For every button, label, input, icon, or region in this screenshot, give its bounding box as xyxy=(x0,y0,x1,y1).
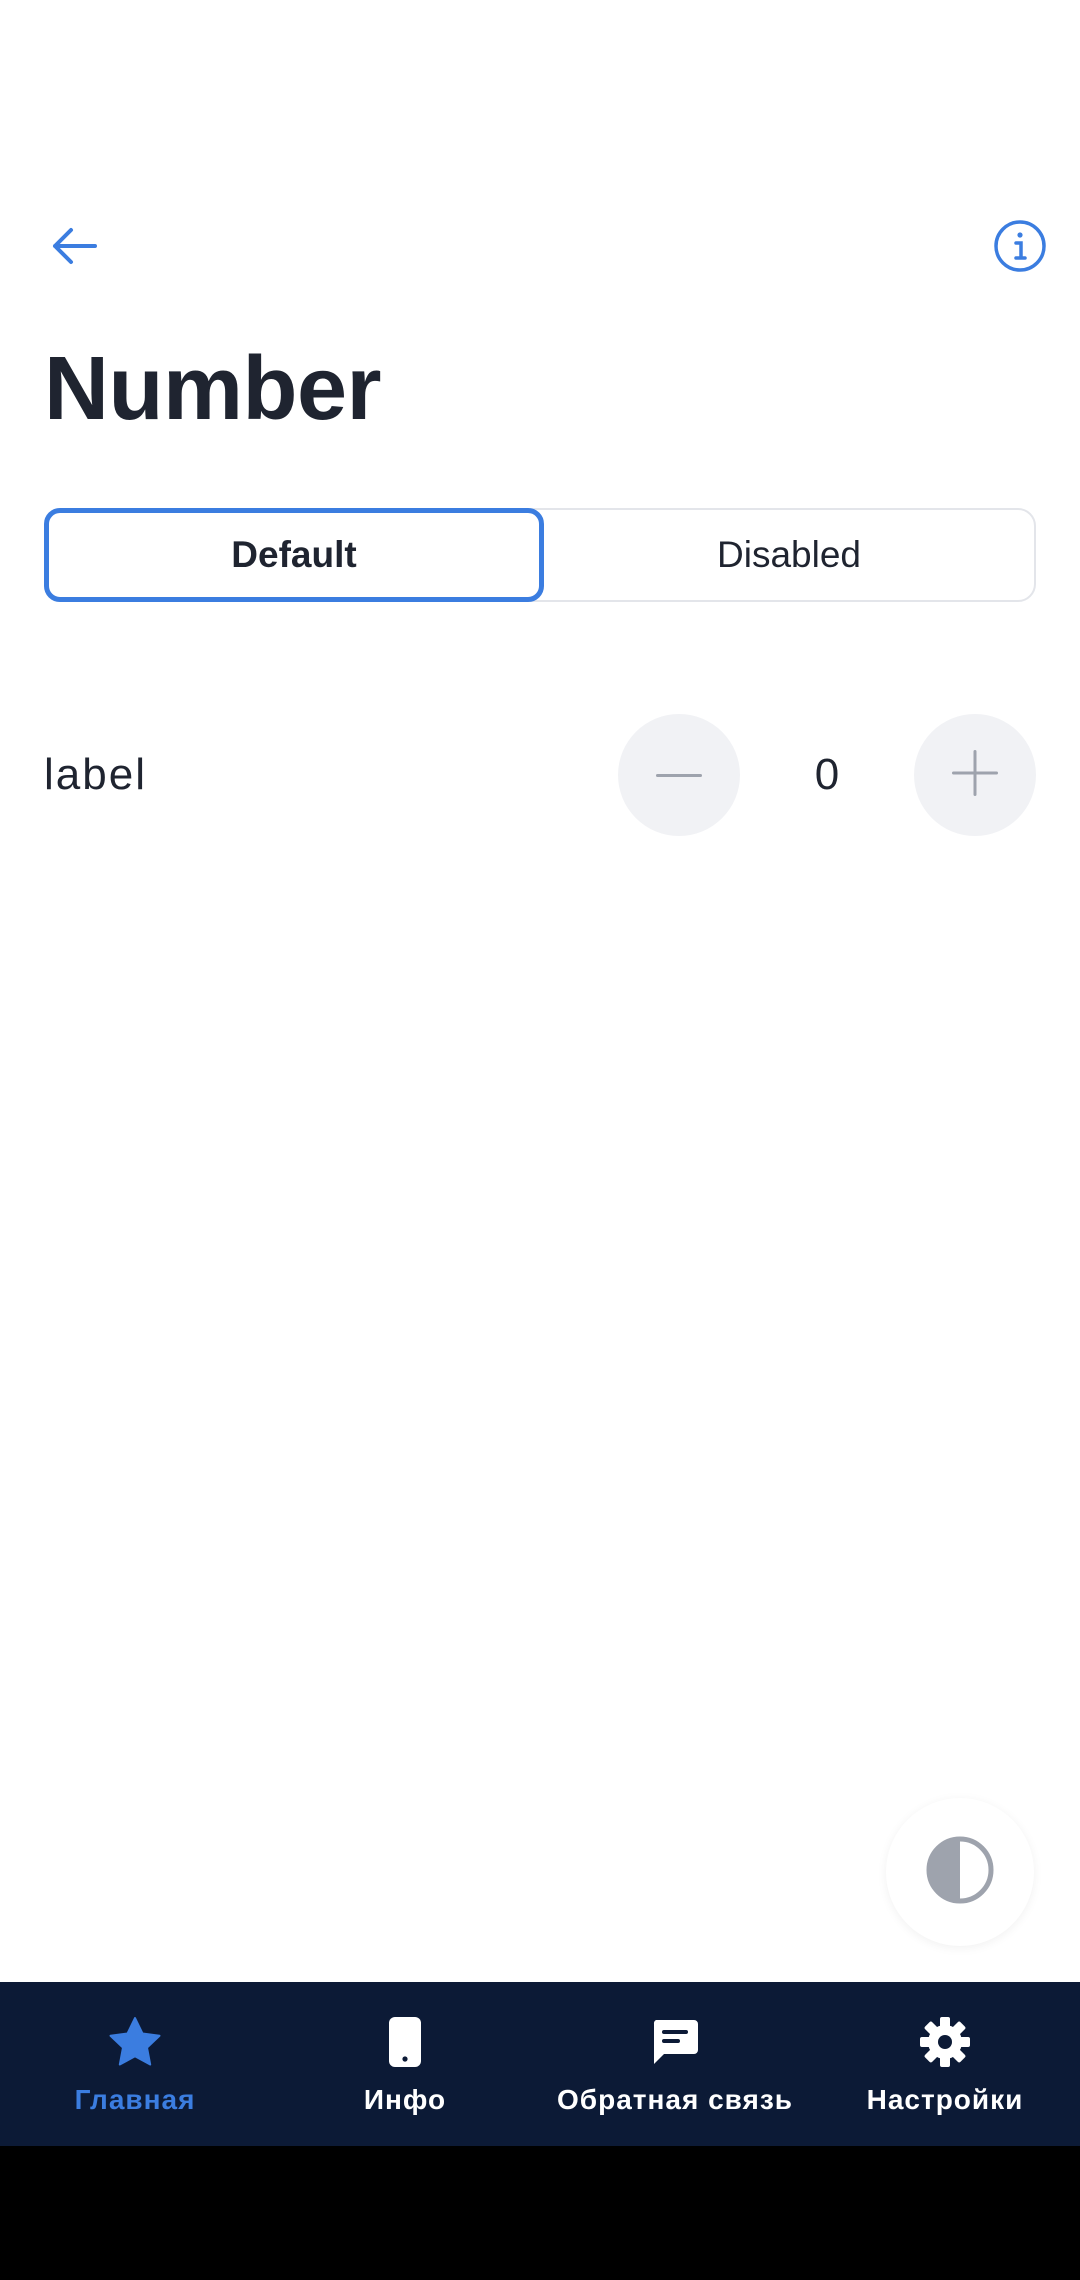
minus-icon xyxy=(656,766,702,784)
nav-item-feedback[interactable]: Обратная связь xyxy=(540,1982,810,2146)
nav-label-settings: Настройки xyxy=(866,2084,1024,2115)
segment-default[interactable]: Default xyxy=(44,508,544,602)
bottom-navigation: Главная Инфо Обратная связь Настройки xyxy=(0,1982,1080,2146)
system-navigation-bar xyxy=(0,2146,1080,2280)
number-field-row: label 0 xyxy=(44,714,1036,836)
info-button[interactable] xyxy=(980,208,1060,288)
decrement-button[interactable] xyxy=(618,714,740,836)
nav-label-home: Главная xyxy=(74,2084,196,2115)
header: Number xyxy=(0,0,1080,460)
star-icon xyxy=(108,2012,162,2072)
nav-item-info[interactable]: Инфо xyxy=(270,1982,540,2146)
back-button[interactable] xyxy=(34,208,114,288)
page-title: Number xyxy=(44,339,382,439)
number-stepper: 0 xyxy=(618,714,1036,836)
theme-toggle-button[interactable] xyxy=(886,1798,1034,1946)
segmented-control: Default Disabled xyxy=(44,508,1036,602)
phone-icon xyxy=(387,2012,423,2072)
nav-label-info: Инфо xyxy=(363,2084,447,2115)
increment-button[interactable] xyxy=(914,714,1036,836)
nav-item-home[interactable]: Главная xyxy=(0,1982,270,2146)
nav-label-feedback: Обратная связь xyxy=(557,2084,793,2115)
chat-icon xyxy=(650,2012,700,2072)
stepper-value: 0 xyxy=(814,750,840,799)
nav-item-settings[interactable]: Настройки xyxy=(810,1982,1080,2146)
plus-icon xyxy=(952,749,998,801)
info-circle-icon xyxy=(993,219,1047,278)
arrow-left-icon xyxy=(51,226,97,271)
half-circle-contrast-icon xyxy=(925,1835,995,1910)
segment-disabled[interactable]: Disabled xyxy=(544,510,1034,600)
gear-icon xyxy=(918,2012,972,2072)
field-label: label xyxy=(44,750,147,799)
